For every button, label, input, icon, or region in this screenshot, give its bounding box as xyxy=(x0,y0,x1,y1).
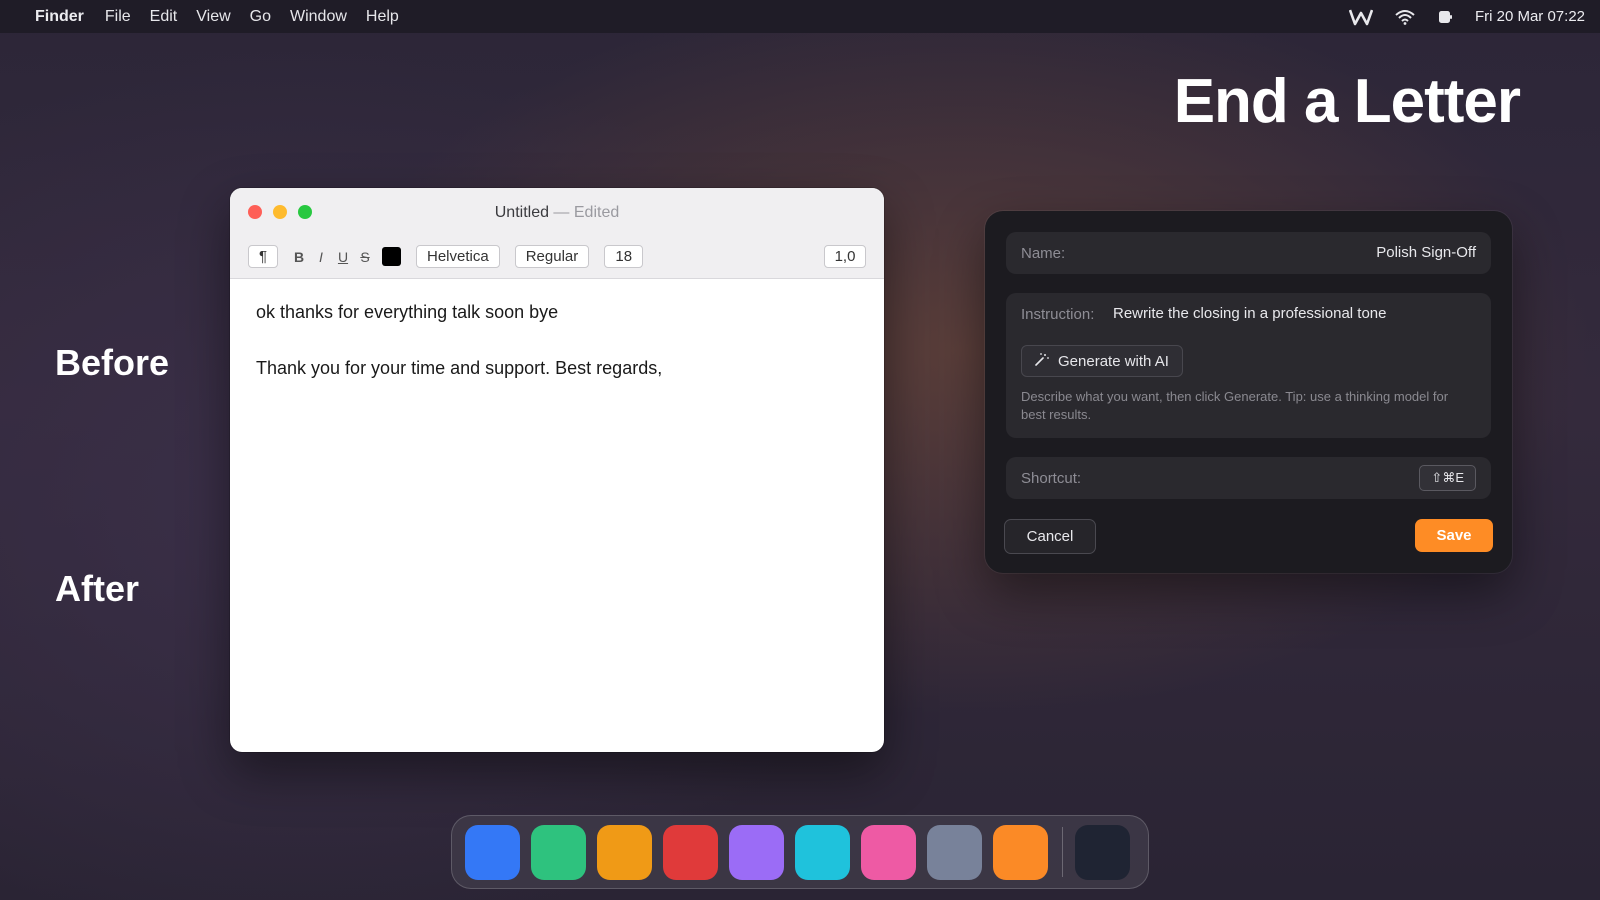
menu-file[interactable]: File xyxy=(105,8,131,26)
menu-app-finder[interactable]: Finder xyxy=(35,8,84,26)
cancel-button[interactable]: Cancel xyxy=(1004,519,1096,554)
line-spacing-select[interactable]: 1,0 xyxy=(824,245,866,268)
font-size-field[interactable]: 18 xyxy=(604,245,644,268)
document-text-area[interactable]: ok thanks for everything talk soon bye T… xyxy=(230,279,884,435)
generate-label: Generate with AI xyxy=(1058,352,1169,370)
instruction-label: Instruction: xyxy=(1021,306,1095,323)
action-editor-panel: Name: Polish Sign-Off Instruction: Rewri… xyxy=(985,211,1512,573)
app-w-icon[interactable] xyxy=(1348,8,1373,26)
paragraph-styles-button[interactable]: ¶ xyxy=(248,245,278,268)
window-title: Untitled — Edited xyxy=(230,204,884,222)
instruction-input[interactable]: Rewrite the closing in a professional to… xyxy=(1113,305,1387,322)
menu-help[interactable]: Help xyxy=(366,8,399,26)
dock-app-dark[interactable] xyxy=(1075,824,1130,880)
edited-status: Edited xyxy=(573,204,620,221)
save-button[interactable]: Save xyxy=(1415,519,1493,552)
instruction-hint: Describe what you want, then click Gener… xyxy=(1021,389,1449,422)
dock-app-pink[interactable] xyxy=(861,824,916,880)
strikethrough-button[interactable]: S xyxy=(354,249,376,265)
shortcut-label: Shortcut: xyxy=(1021,470,1082,487)
before-text-line[interactable]: ok thanks for everything talk soon bye xyxy=(256,301,858,323)
dock-app-cyan[interactable] xyxy=(795,824,850,880)
dock-app-blue[interactable] xyxy=(465,824,520,880)
dock-app-green[interactable] xyxy=(531,824,586,880)
menu-bar: Finder File Edit View Go Window Help Fri… xyxy=(0,0,1600,33)
text-color-swatch[interactable] xyxy=(382,247,401,266)
name-field[interactable]: Name: Polish Sign-Off xyxy=(1006,232,1491,274)
dock-app-red[interactable] xyxy=(663,824,718,880)
document-name: Untitled xyxy=(494,204,549,221)
font-style-select[interactable]: Regular xyxy=(514,245,590,268)
menu-go[interactable]: Go xyxy=(250,8,271,26)
dock-app-purple[interactable] xyxy=(729,824,784,880)
page-headline: End a Letter xyxy=(1173,67,1521,136)
instruction-section: Instruction: Rewrite the closing in a pr… xyxy=(1006,293,1491,438)
menu-window[interactable]: Window xyxy=(290,8,347,26)
italic-button[interactable]: I xyxy=(310,249,332,265)
shortcut-field: Shortcut: ⇧⌘E xyxy=(1006,457,1491,499)
generate-with-ai-button[interactable]: Generate with AI xyxy=(1021,345,1183,377)
label-before: Before xyxy=(55,342,170,383)
format-toolbar: ¶ B I U S Helvetica Regular 18 1,0 xyxy=(248,244,866,269)
dock-app-amber[interactable] xyxy=(597,824,652,880)
font-family-select[interactable]: Helvetica xyxy=(416,245,500,268)
name-value[interactable]: Polish Sign-Off xyxy=(1376,244,1476,261)
bold-button[interactable]: B xyxy=(288,249,310,265)
battery-icon[interactable] xyxy=(1437,9,1453,25)
after-text-line[interactable]: Thank you for your time and support. Bes… xyxy=(256,357,858,379)
dock-app-gray[interactable] xyxy=(927,824,982,880)
dock-separator xyxy=(1062,827,1063,877)
textedit-window: Untitled — Edited ¶ B I U S Helvetica Re… xyxy=(230,188,884,752)
shortcut-recorder[interactable]: ⇧⌘E xyxy=(1419,465,1476,491)
sparkle-wand-icon xyxy=(1034,352,1050,370)
name-label: Name: xyxy=(1021,245,1066,262)
underline-button[interactable]: U xyxy=(332,249,354,265)
window-titlebar: Untitled — Edited ¶ B I U S Helvetica Re… xyxy=(230,188,884,279)
title-separator: — xyxy=(548,204,574,221)
dock-app-orange[interactable] xyxy=(993,824,1048,880)
wifi-icon[interactable] xyxy=(1395,9,1415,25)
menu-edit[interactable]: Edit xyxy=(150,8,178,26)
label-after: After xyxy=(55,568,140,609)
menu-view[interactable]: View xyxy=(196,8,230,26)
menu-clock[interactable]: Fri 20 Mar 07:22 xyxy=(1475,8,1585,25)
dock xyxy=(451,815,1149,889)
